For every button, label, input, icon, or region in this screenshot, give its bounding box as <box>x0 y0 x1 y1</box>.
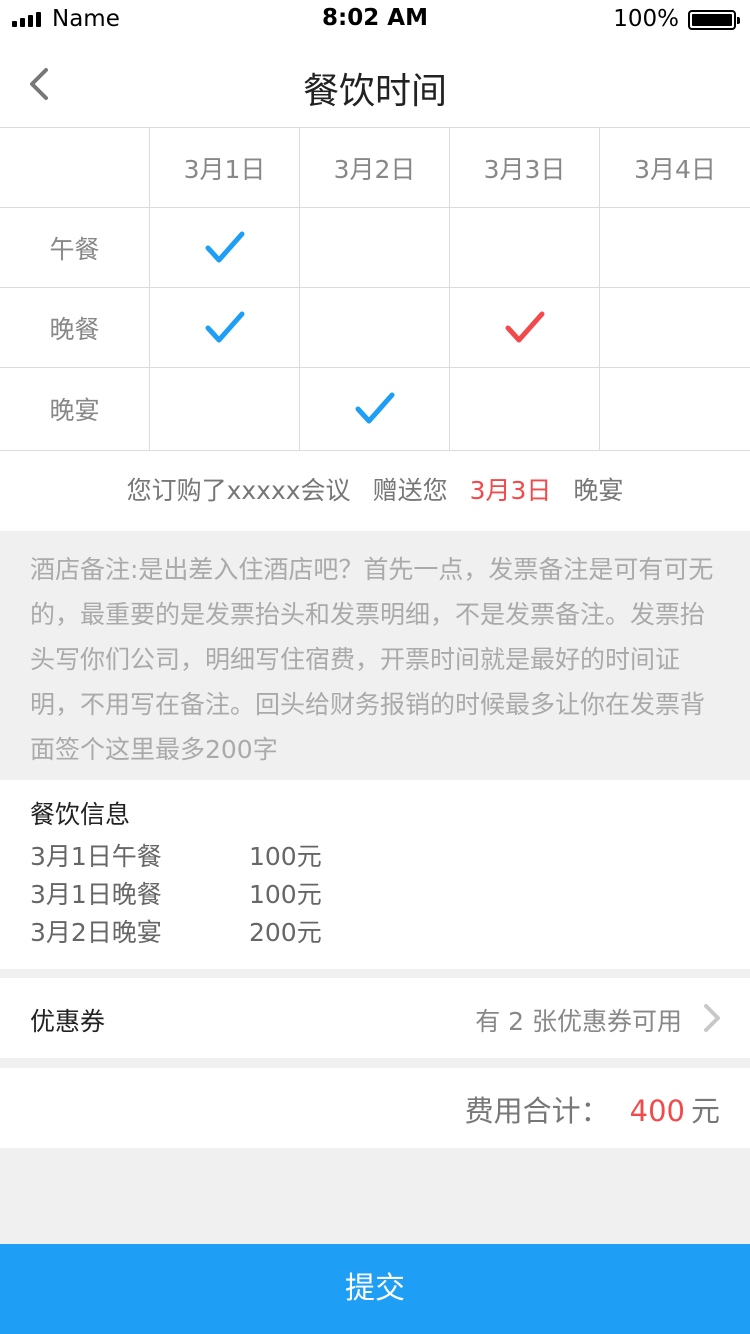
nav-bar: 餐饮时间 <box>0 40 750 128</box>
meal-cell[interactable] <box>600 288 750 367</box>
promo-gift-text: 赠送您 <box>372 476 448 505</box>
checkmark-icon <box>205 231 244 262</box>
column-header: 3月4日 <box>634 154 716 184</box>
item-price: 100元 <box>249 842 322 871</box>
list-item: 3月2日晚宴 200元 <box>30 914 720 952</box>
row-label: 晚餐 <box>0 288 150 367</box>
total-amount: 400 <box>629 1094 685 1128</box>
total-label: 费用合计： <box>464 1094 610 1128</box>
item-price: 200元 <box>249 918 322 947</box>
status-time: 8:02 AM <box>322 5 428 31</box>
promo-text: 您订购了xxxxx会议 <box>126 476 351 505</box>
battery-icon <box>688 10 740 30</box>
column-header: 3月1日 <box>150 128 300 207</box>
meal-cell[interactable] <box>450 208 600 287</box>
meal-cell[interactable] <box>450 368 600 450</box>
submit-button[interactable]: 提交 <box>0 1244 750 1334</box>
coupon-label: 优惠券 <box>30 1007 106 1036</box>
coupon-row[interactable]: 优惠券 有 2 张优惠券可用 <box>0 978 750 1058</box>
meal-cell[interactable] <box>300 368 450 450</box>
total-unit: 元 <box>690 1094 720 1128</box>
remark-text: 酒店备注:是出差入住酒店吧？首先一点，发票备注是可有可无的，最重要的是发票抬头和… <box>0 531 750 780</box>
chevron-left-icon <box>30 68 48 100</box>
total-summary: 费用合计： 400 元 <box>465 1088 720 1130</box>
list-item: 3月1日午餐 100元 <box>30 838 720 876</box>
table-row: 午餐 <box>0 208 750 288</box>
meal-cell[interactable] <box>300 208 450 287</box>
battery-percent: 100% <box>613 6 679 32</box>
item-price: 100元 <box>249 880 322 909</box>
table-row: 晚餐 <box>0 288 750 368</box>
promo-message: 您订购了xxxxx会议 赠送您 3月3日 晚宴 <box>0 451 750 531</box>
meal-cell[interactable] <box>600 208 750 287</box>
table-row: 晚宴 <box>0 368 750 451</box>
checkmark-icon <box>355 392 394 424</box>
back-button[interactable] <box>16 60 64 108</box>
column-header: 3月3日 <box>450 128 600 207</box>
carrier-name: Name <box>52 6 120 32</box>
page-title: 餐饮时间 <box>302 71 447 112</box>
meal-cell[interactable] <box>150 208 300 287</box>
meal-cell[interactable] <box>600 368 750 450</box>
column-header: 3月2日 <box>300 128 450 207</box>
status-bar: Name 8:02 AM 100% <box>0 0 750 40</box>
total-row: 费用合计： 400 元 <box>0 1068 750 1148</box>
row-label: 午餐 <box>0 208 150 287</box>
signal-strength-icon <box>12 12 41 27</box>
coupon-available-text: 有 2 张优惠券可用 <box>475 1007 682 1036</box>
meal-cell[interactable] <box>150 368 300 450</box>
promo-date: 3月3日 <box>469 476 552 505</box>
table-header-row: 3月1日 3月2日 3月3日 3月4日 <box>0 128 750 208</box>
checkmark-icon <box>505 311 544 342</box>
item-label: 3月1日午餐 <box>30 842 162 871</box>
list-item: 3月1日晚餐 100元 <box>30 876 720 914</box>
table-corner-cell <box>0 128 150 207</box>
checkmark-icon <box>205 311 244 342</box>
item-label: 3月1日晚餐 <box>30 880 162 909</box>
catering-info-panel: 餐饮信息 3月1日午餐 100元 3月1日晚餐 100元 3月2日晚宴 200元 <box>0 780 750 969</box>
meal-schedule-table: 3月1日 3月2日 3月3日 3月4日 午餐 晚餐 晚宴 <box>0 128 750 451</box>
meal-cell[interactable] <box>450 288 600 367</box>
meal-cell[interactable] <box>150 288 300 367</box>
meal-cell[interactable] <box>300 288 450 367</box>
info-title: 餐饮信息 <box>30 800 131 829</box>
row-label: 晚宴 <box>0 368 150 450</box>
item-label: 3月2日晚宴 <box>30 918 162 947</box>
chevron-right-icon <box>704 1004 720 1032</box>
promo-meal: 晚宴 <box>573 476 624 505</box>
